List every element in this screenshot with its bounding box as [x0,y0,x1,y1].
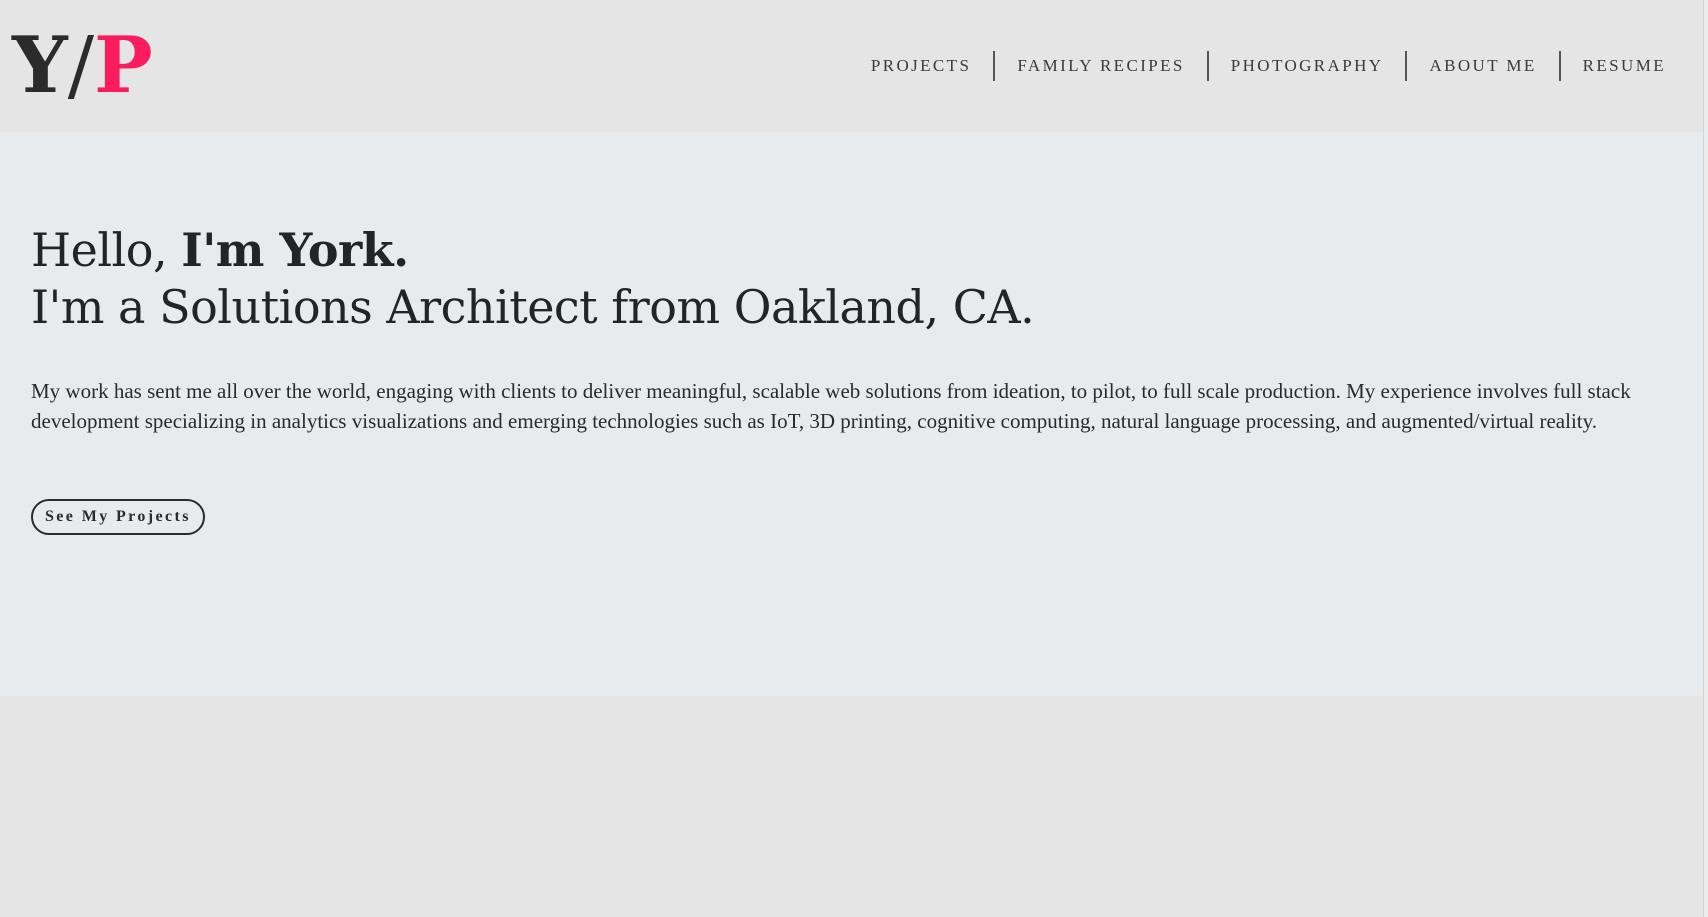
hero-name: I'm York. [181,223,409,277]
logo-slash: / [67,21,94,111]
nav-item-photography[interactable]: PHOTOGRAPHY [1209,51,1406,81]
site-header: Y/P PROJECTS FAMILY RECIPES PHOTOGRAPHY … [0,0,1704,132]
scrollbar-track[interactable] [1703,0,1708,917]
logo-letter-y: Y [12,20,68,111]
nav-item-family-recipes[interactable]: FAMILY RECIPES [995,51,1206,81]
nav-item-projects[interactable]: PROJECTS [849,51,993,81]
page: Y/P PROJECTS FAMILY RECIPES PHOTOGRAPHY … [0,0,1708,917]
hero-intro-paragraph: My work has sent me all over the world, … [31,379,1631,433]
hero-headline: Hello, I'm York. I'm a Solutions Architec… [31,222,1035,336]
nav-item-about-me[interactable]: ABOUT ME [1407,51,1558,81]
hero-section: Hello, I'm York. I'm a Solutions Architec… [0,132,1704,696]
main-nav: PROJECTS FAMILY RECIPES PHOTOGRAPHY ABOU… [849,51,1666,81]
logo-letter-p: P [93,20,153,111]
hero-tagline: I'm a Solutions Architect from Oakland, … [31,280,1035,334]
see-my-projects-button[interactable]: See My Projects [31,499,205,535]
site-logo[interactable]: Y/P [12,16,153,116]
hero-greeting: Hello, [31,223,182,277]
nav-item-resume[interactable]: RESUME [1561,51,1666,81]
